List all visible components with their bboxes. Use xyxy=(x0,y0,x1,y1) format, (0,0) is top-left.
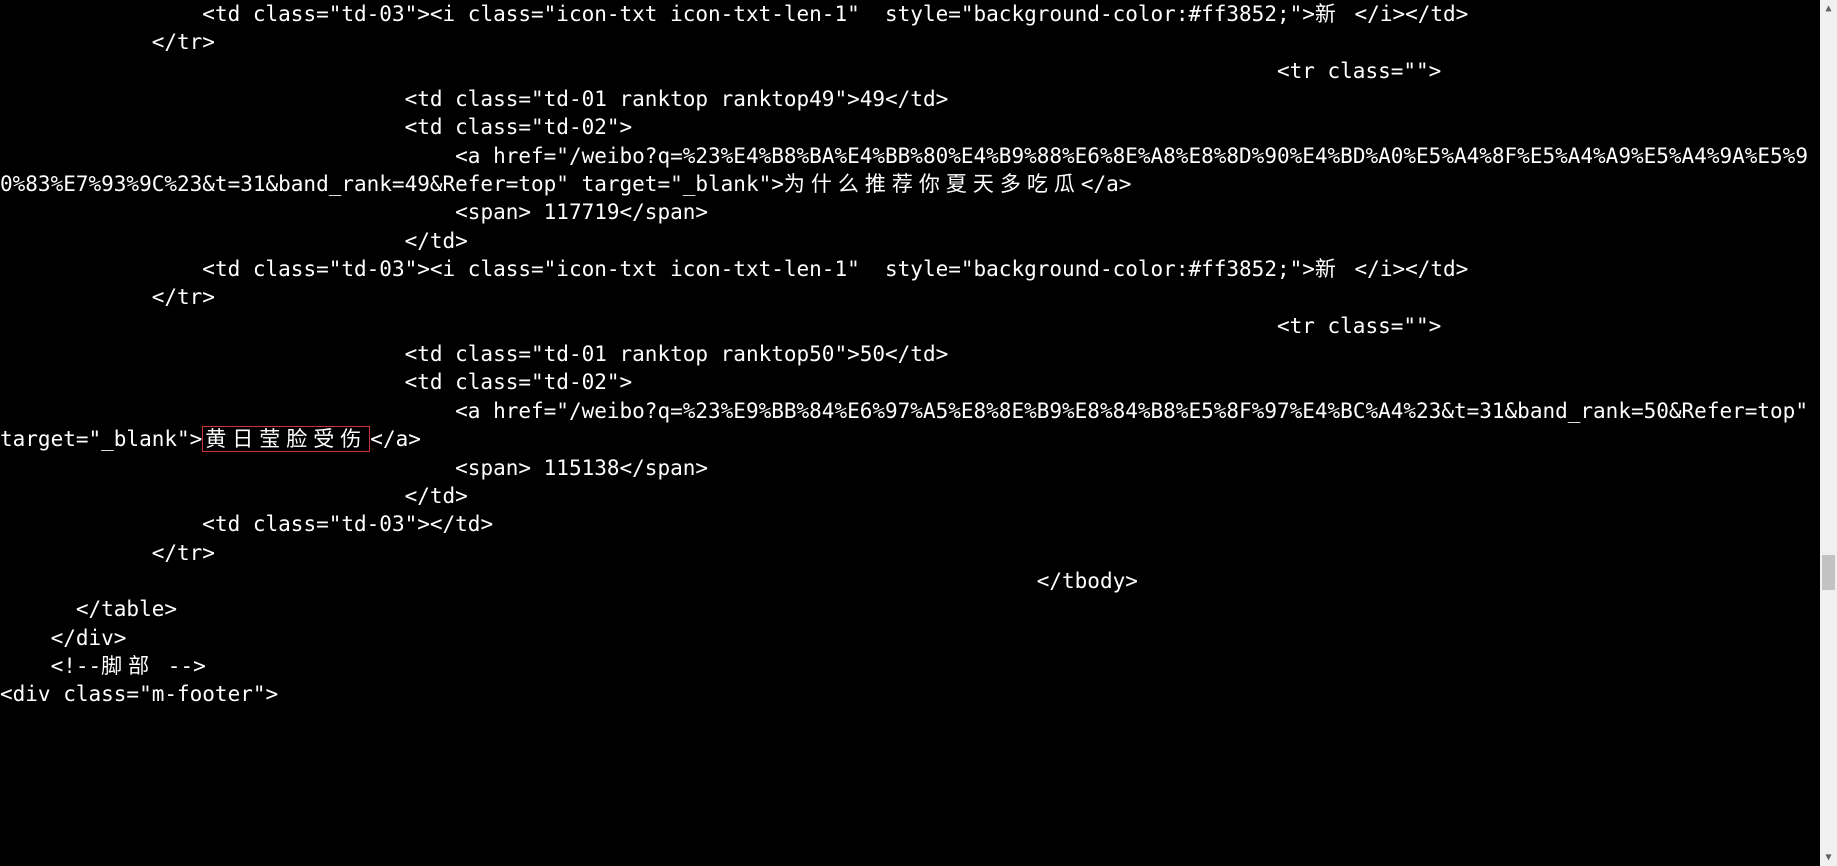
comment-text: 脚部 xyxy=(101,654,155,678)
row49-tr-close: </tr> xyxy=(0,285,215,309)
row48-td03-open: <td class="td-03"><i class="icon-txt ico… xyxy=(0,2,1315,26)
tbody-close: </tbody> xyxy=(0,569,1138,593)
row49-td03-close: </i></td> xyxy=(1342,257,1468,281)
row49-link-text: 为什么推荐你夏天多吃瓜 xyxy=(784,172,1081,196)
row49-td02-close: </td> xyxy=(0,229,468,253)
footer-div-open: <div class="m-footer"> xyxy=(0,682,278,706)
vertical-scrollbar[interactable]: ▲ ▼ xyxy=(1820,0,1837,866)
row50-td02-close: </td> xyxy=(0,484,468,508)
scroll-up-arrow-icon[interactable]: ▲ xyxy=(1820,0,1837,17)
row50-td02-open: <td class="td-02"> xyxy=(0,370,632,394)
row50-td03: <td class="td-03"></td> xyxy=(0,512,493,536)
row49-td01: <td class="td-01 ranktop ranktop49">49</… xyxy=(0,87,948,111)
comment-suffix: --> xyxy=(155,654,206,678)
row50-span-line: <span> 115138</span> xyxy=(0,456,708,480)
scroll-down-arrow-icon[interactable]: ▼ xyxy=(1820,849,1837,866)
row50-tr-close: </tr> xyxy=(0,541,215,565)
row49-a-close: </a> xyxy=(1081,172,1132,196)
scrollbar-thumb[interactable] xyxy=(1822,555,1835,590)
row50-a-close: </a> xyxy=(370,427,421,451)
row50-td01: <td class="td-01 ranktop ranktop50">50</… xyxy=(0,342,948,366)
div-close: </div> xyxy=(0,626,126,650)
row49-tr-open: <tr class=""> xyxy=(0,59,1441,83)
row50-link-text-highlighted[interactable]: 黄日莹脸受伤 xyxy=(202,426,370,452)
table-close: </table> xyxy=(0,597,177,621)
row49-td02-open: <td class="td-02"> xyxy=(0,115,632,139)
row49-span-line: <span> 117719</span> xyxy=(0,200,708,224)
comment-prefix: <!-- xyxy=(0,654,101,678)
row49-badge-text: 新 xyxy=(1315,257,1342,281)
row48-tr-close: </tr> xyxy=(0,30,215,54)
code-viewport: <td class="td-03"><i class="icon-txt ico… xyxy=(0,0,1820,866)
row48-badge-text: 新 xyxy=(1315,2,1342,26)
row48-td03-close: </i></td> xyxy=(1342,2,1468,26)
row50-tr-open: <tr class=""> xyxy=(0,314,1441,338)
html-source-text[interactable]: <td class="td-03"><i class="icon-txt ico… xyxy=(0,0,1820,709)
row49-td03-open: <td class="td-03"><i class="icon-txt ico… xyxy=(0,257,1315,281)
